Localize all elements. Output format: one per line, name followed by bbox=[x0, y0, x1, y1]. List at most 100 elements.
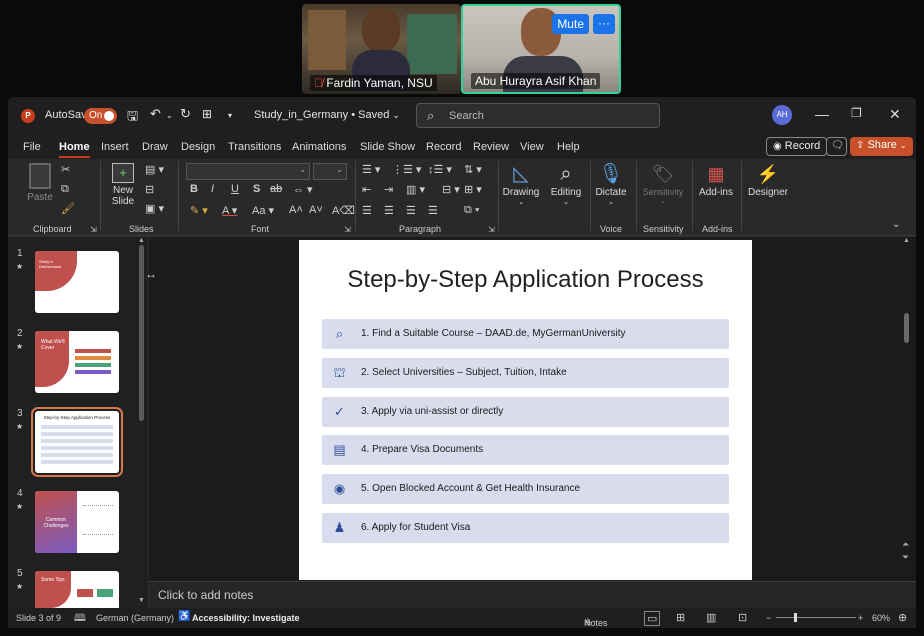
font-size-dropdown[interactable]: ⌄ bbox=[313, 163, 347, 180]
record-button[interactable]: ◉ Record bbox=[766, 137, 828, 156]
tab-home[interactable]: Home bbox=[59, 141, 90, 158]
slide-thumbnail-3[interactable]: Step-by-Step Application Process bbox=[31, 407, 123, 477]
zoom-slider[interactable] bbox=[776, 617, 856, 618]
scroll-up-icon[interactable]: ▲ bbox=[138, 237, 145, 244]
autosave-toggle[interactable]: On bbox=[84, 108, 117, 124]
slide-thumbnail-5[interactable]: Some Tips bbox=[35, 571, 119, 608]
collapse-ribbon-icon[interactable]: ⌄ bbox=[892, 219, 900, 230]
accessibility-status[interactable]: Accessibility: Investigate bbox=[192, 613, 300, 623]
change-case-icon[interactable]: Aa ▾ bbox=[252, 204, 274, 217]
slide-sorter-icon[interactable]: ⊞ bbox=[676, 611, 685, 624]
editing-button[interactable]: ⌕ Editing ⌄ bbox=[547, 163, 585, 206]
slide-thumbnail-1[interactable]: Study in Deutschland bbox=[35, 251, 119, 313]
more-options-button[interactable]: ··· bbox=[593, 14, 615, 34]
step-item[interactable]: ▤ 4. Prepare Visa Documents bbox=[322, 435, 729, 465]
tab-animations[interactable]: Animations bbox=[292, 141, 346, 153]
share-button[interactable]: ⇪ Share ⌄ bbox=[850, 137, 913, 156]
copy-icon[interactable]: ⧉ bbox=[61, 183, 69, 196]
layout-icon[interactable]: ▤ ▾ bbox=[145, 163, 164, 176]
dialog-launcher-icon[interactable]: ⇲ bbox=[90, 225, 97, 234]
redo-icon[interactable]: ↻ bbox=[180, 106, 191, 122]
zoom-in-icon[interactable]: + bbox=[858, 613, 863, 623]
undo-dropdown-icon[interactable]: ⌄ bbox=[166, 111, 173, 120]
slide-scrollbar[interactable] bbox=[904, 313, 909, 343]
tab-record[interactable]: Record bbox=[426, 141, 461, 153]
step-item[interactable]: ⛫ 2. Select Universities – Subject, Tuiti… bbox=[322, 358, 729, 388]
clear-formatting-icon[interactable]: A⌫ bbox=[332, 204, 355, 217]
italic-icon[interactable]: I bbox=[211, 183, 214, 195]
save-icon[interactable]: 🖫 bbox=[127, 107, 138, 129]
slide-thumbnail-4[interactable]: Common Challenges bbox=[35, 491, 119, 553]
tab-view[interactable]: View bbox=[520, 141, 544, 153]
sensitivity-button[interactable]: 🏷 Sensitivity ⌄ bbox=[640, 163, 686, 205]
file-title[interactable]: Study_in_Germany • Saved ⌄ bbox=[254, 109, 400, 121]
reading-view-icon[interactable]: ▥ bbox=[706, 611, 716, 624]
align-text-icon[interactable]: ⊟ ▾ bbox=[442, 183, 460, 196]
zoom-out-icon[interactable]: − bbox=[766, 613, 771, 623]
notes-pane[interactable]: Click to add notes bbox=[149, 581, 916, 608]
scroll-up-icon[interactable]: ▲ bbox=[903, 237, 910, 244]
present-icon[interactable]: ⊞ bbox=[202, 107, 212, 121]
bullets-icon[interactable]: ☰ ▾ bbox=[362, 163, 380, 176]
minimize-icon[interactable]: — bbox=[815, 106, 829, 122]
columns-icon[interactable]: ▥ ▾ bbox=[406, 183, 425, 196]
decrease-indent-icon[interactable]: ⇤ bbox=[362, 183, 371, 196]
restore-icon[interactable]: ❐ bbox=[851, 106, 862, 120]
spelling-icon[interactable]: 🕮 bbox=[74, 611, 86, 628]
align-left-icon[interactable]: ☰ bbox=[362, 204, 372, 217]
increase-font-icon[interactable]: A˄ bbox=[289, 204, 303, 216]
search-box[interactable]: ⌕ Search bbox=[416, 103, 660, 128]
mute-button[interactable]: Mute bbox=[552, 14, 589, 34]
smartart-icon[interactable]: ⊞ ▾ bbox=[464, 183, 482, 196]
new-slide-button[interactable]: + New Slide bbox=[106, 163, 140, 207]
character-spacing-icon[interactable]: ⇔ ▾ bbox=[293, 183, 313, 196]
strikethrough-icon[interactable]: ab bbox=[270, 183, 282, 195]
align-right-icon[interactable]: ☰ bbox=[406, 204, 416, 217]
step-item[interactable]: ⌕ 1. Find a Suitable Course – DAAD.de, My… bbox=[322, 319, 729, 349]
slide-counter[interactable]: Slide 3 of 9 bbox=[16, 613, 61, 623]
tab-draw[interactable]: Draw bbox=[142, 141, 168, 153]
section-icon[interactable]: ▣ ▾ bbox=[145, 202, 164, 215]
numbering-icon[interactable]: ⋮☰ ▾ bbox=[392, 163, 421, 176]
paste-button[interactable]: Paste bbox=[26, 163, 54, 203]
thumbnail-scrollbar[interactable] bbox=[139, 245, 144, 421]
scroll-down-icon[interactable]: ▼ bbox=[138, 597, 145, 604]
underline-icon[interactable]: U bbox=[231, 183, 239, 195]
fit-to-window-icon[interactable]: ⊕ bbox=[898, 611, 907, 624]
bold-icon[interactable]: B bbox=[190, 183, 198, 195]
line-spacing-icon[interactable]: ↕☰ ▾ bbox=[428, 163, 452, 176]
tab-help[interactable]: Help bbox=[557, 141, 580, 153]
language-status[interactable]: German (Germany) bbox=[96, 613, 174, 623]
video-tile-abu[interactable]: Mute ··· Abu Hurayra Asif Khan bbox=[461, 4, 621, 94]
tab-design[interactable]: Design bbox=[181, 141, 215, 153]
comments-icon[interactable]: 🗨 bbox=[826, 137, 847, 156]
video-tile-fardin[interactable]: 🎙̸ Fardin Yaman, NSU bbox=[302, 4, 461, 94]
tab-review[interactable]: Review bbox=[473, 141, 509, 153]
previous-slide-icon[interactable]: ⏶ bbox=[902, 539, 909, 550]
dialog-launcher-icon[interactable]: ⇲ bbox=[488, 225, 495, 234]
tab-slide-show[interactable]: Slide Show bbox=[360, 141, 415, 153]
step-item[interactable]: ◉ 5. Open Blocked Account & Get Health In… bbox=[322, 474, 729, 504]
reset-icon[interactable]: ⊟ bbox=[145, 183, 154, 196]
designer-button[interactable]: ⚡ Designer bbox=[746, 163, 790, 198]
decrease-font-icon[interactable]: A˅ bbox=[309, 204, 323, 216]
slide-thumbnail-2[interactable]: What We'll Cover bbox=[35, 331, 119, 393]
step-item[interactable]: ♟ 6. Apply for Student Visa bbox=[322, 513, 729, 543]
slideshow-view-icon[interactable]: ⊡ bbox=[738, 611, 747, 624]
slide-title[interactable]: Step-by-Step Application Process bbox=[299, 266, 752, 294]
zoom-slider-thumb[interactable] bbox=[794, 613, 797, 622]
tab-file[interactable]: File bbox=[23, 141, 41, 153]
justify-icon[interactable]: ☰ bbox=[428, 204, 438, 217]
slide[interactable]: Step-by-Step Application Process ⌕ 1. Fin… bbox=[299, 240, 752, 580]
font-name-dropdown[interactable]: ⌄ bbox=[186, 163, 310, 180]
tab-transitions[interactable]: Transitions bbox=[228, 141, 281, 153]
highlight-icon[interactable]: ✎ ▾ bbox=[190, 204, 208, 217]
next-slide-icon[interactable]: ⏷ bbox=[902, 552, 909, 563]
convert-smartart-icon[interactable]: ⧉ ▾ bbox=[464, 204, 480, 217]
dictate-button[interactable]: 🎙 Dictate ⌄ bbox=[593, 163, 629, 206]
tab-insert[interactable]: Insert bbox=[101, 141, 129, 153]
addins-button[interactable]: ▦ Add-ins bbox=[696, 163, 736, 198]
font-color-icon[interactable]: A ▾ bbox=[222, 204, 237, 217]
cut-icon[interactable]: ✂ bbox=[61, 163, 70, 176]
format-painter-icon[interactable]: 🖌 bbox=[61, 202, 75, 215]
